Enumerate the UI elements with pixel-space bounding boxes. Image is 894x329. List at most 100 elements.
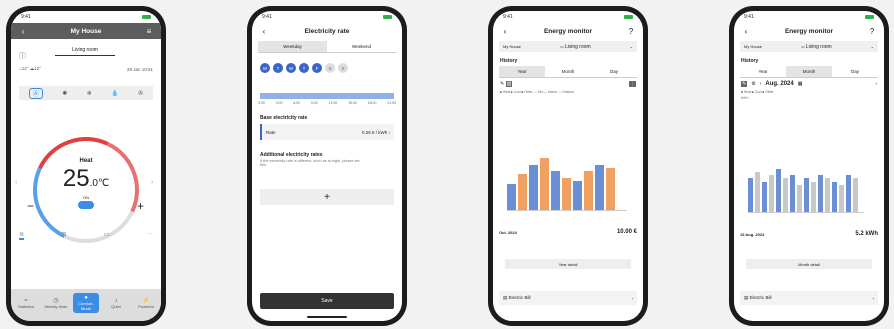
back-icon[interactable]: ‹ bbox=[741, 27, 751, 36]
menu-icon[interactable]: ≡ bbox=[144, 27, 154, 36]
louver-icon[interactable]: ⊓ bbox=[62, 231, 67, 240]
tab-weekend[interactable]: Weekend bbox=[327, 41, 396, 52]
day-wed[interactable]: W bbox=[286, 63, 296, 73]
more-icon[interactable]: ··· bbox=[147, 231, 153, 240]
next-icon[interactable]: › bbox=[875, 81, 877, 87]
indoor-temp: 12° bbox=[21, 66, 29, 71]
room-select[interactable]: My House ▭ Living room ⌄ bbox=[740, 41, 878, 52]
day-sun[interactable]: S bbox=[338, 63, 348, 73]
electric-bill-row[interactable]: ▤ Electric Bill › bbox=[740, 291, 878, 305]
home-name: My House bbox=[503, 44, 522, 49]
day-tue[interactable]: T bbox=[273, 63, 283, 73]
edit-icon[interactable]: ✎ bbox=[500, 81, 504, 87]
tab-quiet[interactable]: ♪ Quiet bbox=[103, 298, 129, 309]
chevron-left-icon[interactable]: ‹ bbox=[15, 179, 17, 186]
chart-legend: ■ Heat ■ Cool ■ Other bbox=[741, 90, 774, 94]
time-label: 0:00 bbox=[258, 101, 265, 105]
tab-year[interactable]: Year bbox=[740, 66, 786, 77]
chart-bar bbox=[811, 181, 816, 212]
outdoor-temp: 12° bbox=[34, 66, 42, 71]
time-label: 12:00 bbox=[328, 101, 338, 105]
mode-label: Heat bbox=[79, 158, 93, 164]
fan-mode-icon[interactable]: ✇ bbox=[138, 90, 143, 97]
chart-toolbar: ✎ ▥ ⋮ bbox=[500, 81, 636, 87]
tab-day[interactable]: Day bbox=[591, 66, 637, 77]
info-icon[interactable]: ⓘ bbox=[19, 51, 26, 61]
plus-button[interactable]: + bbox=[137, 199, 144, 213]
tab-weekly-timer[interactable]: ◷ Weekly timer bbox=[43, 297, 69, 309]
weekday-selector: M T W T F S S bbox=[260, 63, 394, 73]
chart-bar bbox=[790, 175, 795, 212]
edit-icon[interactable]: ✎ bbox=[741, 81, 748, 87]
app-header: ‹ Electricity rate bbox=[252, 23, 402, 39]
chart-bar bbox=[825, 178, 830, 212]
tab-month[interactable]: Month bbox=[786, 66, 832, 77]
chart-bar bbox=[832, 181, 837, 212]
help-icon[interactable]: ? bbox=[626, 27, 636, 36]
mode-bar: Ⓐ ✺ ❄ 💧 ✇ bbox=[19, 86, 153, 100]
month-chart bbox=[748, 151, 864, 213]
list-icon[interactable]: ⋮ bbox=[629, 81, 636, 87]
bar-chart-icon[interactable]: ▥ bbox=[505, 81, 513, 87]
back-icon[interactable]: ‹ bbox=[18, 27, 28, 36]
airflow-icon[interactable]: ▭ bbox=[104, 231, 110, 240]
battery-icon bbox=[142, 15, 151, 19]
tab-year[interactable]: Year bbox=[499, 66, 545, 77]
energy-month-screen: 9:41 ‹ Energy monitor ? My House ▭ Livin… bbox=[734, 11, 884, 321]
year-chart bbox=[507, 145, 627, 211]
bill-label: Electric Bill bbox=[749, 295, 772, 300]
tab-statistics[interactable]: ≈ Statistics bbox=[13, 298, 39, 309]
day-mon[interactable]: M bbox=[260, 63, 270, 73]
cool-mode-icon[interactable]: ❄ bbox=[87, 90, 92, 97]
month-detail-button[interactable]: Month detail bbox=[746, 259, 872, 269]
time-label: 3:00 bbox=[275, 101, 283, 105]
status-bar: 9:41 bbox=[252, 11, 402, 23]
tab-comfort[interactable]: ● Comfort-Mode bbox=[73, 293, 99, 313]
env-row: ⌂12° ☁12° 26 Jan 10:51 bbox=[19, 66, 153, 72]
calendar-icon[interactable]: ▦ bbox=[798, 81, 803, 87]
electric-bill-row[interactable]: ▤ Electric Bill › bbox=[499, 291, 637, 305]
rate-row[interactable]: Rate 0.25 € / kWh › bbox=[260, 124, 394, 140]
setpoint: 25.0℃ bbox=[11, 165, 161, 193]
chart-bar bbox=[518, 174, 527, 210]
base-rate-header: Base electricity rate bbox=[260, 115, 308, 121]
period-value: 5.2 kWh bbox=[855, 231, 878, 237]
minus-button[interactable]: − bbox=[27, 199, 34, 213]
back-icon[interactable]: ‹ bbox=[500, 27, 510, 36]
chart-bar bbox=[853, 178, 858, 212]
power-toggle[interactable] bbox=[78, 201, 94, 209]
battery-icon bbox=[624, 15, 633, 19]
fan-speed-icon[interactable]: ≋ bbox=[19, 231, 25, 240]
tab-label: Comfort-Mode bbox=[78, 301, 94, 311]
auto-mode-icon[interactable]: Ⓐ bbox=[28, 87, 43, 99]
day-thu[interactable]: T bbox=[299, 63, 309, 73]
time-label: 6:00 bbox=[293, 101, 301, 105]
tab-powerful[interactable]: ⚡ Powerful bbox=[133, 297, 159, 309]
chevron-right-icon[interactable]: › bbox=[151, 179, 153, 186]
tab-month[interactable]: Month bbox=[545, 66, 591, 77]
prev-icon[interactable]: ‹ bbox=[760, 81, 762, 87]
help-icon[interactable]: ? bbox=[867, 27, 877, 36]
dry-mode-icon[interactable]: 💧 bbox=[111, 90, 118, 97]
settings-icon[interactable]: ⚙ bbox=[751, 81, 755, 87]
timeline-labels: 0:00 3:00 6:00 9:00 12:00 15:00 18:00 21:00 bbox=[258, 101, 396, 105]
chevron-right-icon: › bbox=[872, 295, 875, 301]
add-rate-button[interactable]: + bbox=[260, 189, 394, 205]
back-icon[interactable]: ‹ bbox=[259, 27, 269, 36]
tab-weekday[interactable]: Weekday bbox=[258, 41, 327, 52]
tab-label: Statistics bbox=[17, 303, 34, 309]
save-button[interactable]: Save bbox=[260, 293, 394, 309]
tab-day[interactable]: Day bbox=[832, 66, 878, 77]
year-detail-button[interactable]: Year detail bbox=[505, 259, 631, 269]
room-select[interactable]: My House ▭ Living room ⌄ bbox=[499, 41, 637, 52]
room-selector[interactable]: Living room bbox=[55, 47, 115, 56]
chart-bar bbox=[839, 184, 844, 212]
day-fri[interactable]: F bbox=[312, 63, 322, 73]
app-header: ‹ Energy monitor ? bbox=[493, 23, 643, 39]
chart-bar bbox=[776, 169, 781, 212]
chart-bar bbox=[507, 184, 516, 210]
day-sat[interactable]: S bbox=[325, 63, 335, 73]
heat-mode-icon[interactable]: ✺ bbox=[62, 90, 67, 97]
rate-timeline[interactable] bbox=[260, 93, 394, 99]
energy-year-screen: 9:41 ‹ Energy monitor ? My House ▭ Livin… bbox=[493, 11, 643, 321]
